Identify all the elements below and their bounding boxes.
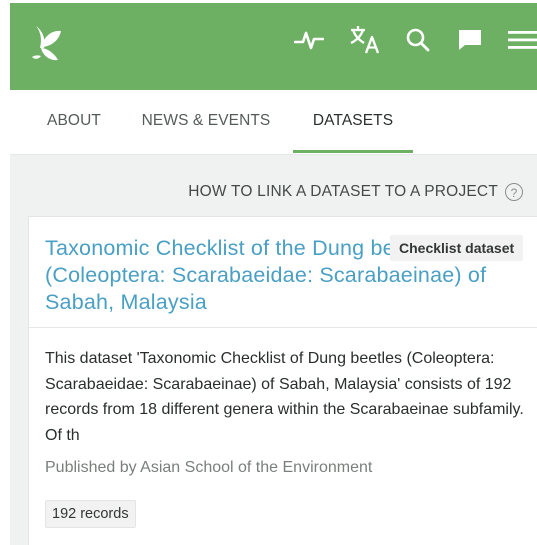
menu-icon[interactable] — [505, 23, 537, 57]
help-icon[interactable]: ? — [505, 183, 523, 201]
translate-icon[interactable] — [348, 23, 382, 57]
link-dataset-row: HOW TO LINK A DATASET TO A PROJECT ? — [188, 183, 523, 201]
tab-news-events[interactable]: NEWS & EVENTS — [135, 90, 277, 153]
link-dataset-link[interactable]: HOW TO LINK A DATASET TO A PROJECT — [188, 183, 498, 201]
dataset-publisher: Published by Asian School of the Environ… — [45, 459, 373, 476]
dataset-type-badge: Checklist dataset — [390, 235, 524, 261]
dataset-description: This dataset 'Taxonomic Checklist of Dun… — [45, 350, 524, 444]
tab-about[interactable]: ABOUT — [32, 90, 116, 153]
page-frame: ABOUT NEWS & EVENTS DATASETS HOW TO LINK… — [10, 3, 537, 545]
search-icon[interactable] — [401, 23, 435, 57]
dataset-card: Taxonomic Checklist of the Dung beetles … — [28, 216, 537, 545]
feedback-icon[interactable] — [453, 23, 487, 57]
top-app-bar — [10, 3, 537, 90]
dataset-card-header: Taxonomic Checklist of the Dung beetles … — [29, 217, 537, 328]
records-count-badge: 192 records — [45, 500, 136, 528]
leaf-logo-icon[interactable] — [28, 23, 62, 63]
tab-bar: ABOUT NEWS & EVENTS DATASETS — [10, 90, 537, 155]
activity-icon[interactable] — [292, 23, 326, 57]
tab-datasets[interactable]: DATASETS — [293, 90, 413, 153]
